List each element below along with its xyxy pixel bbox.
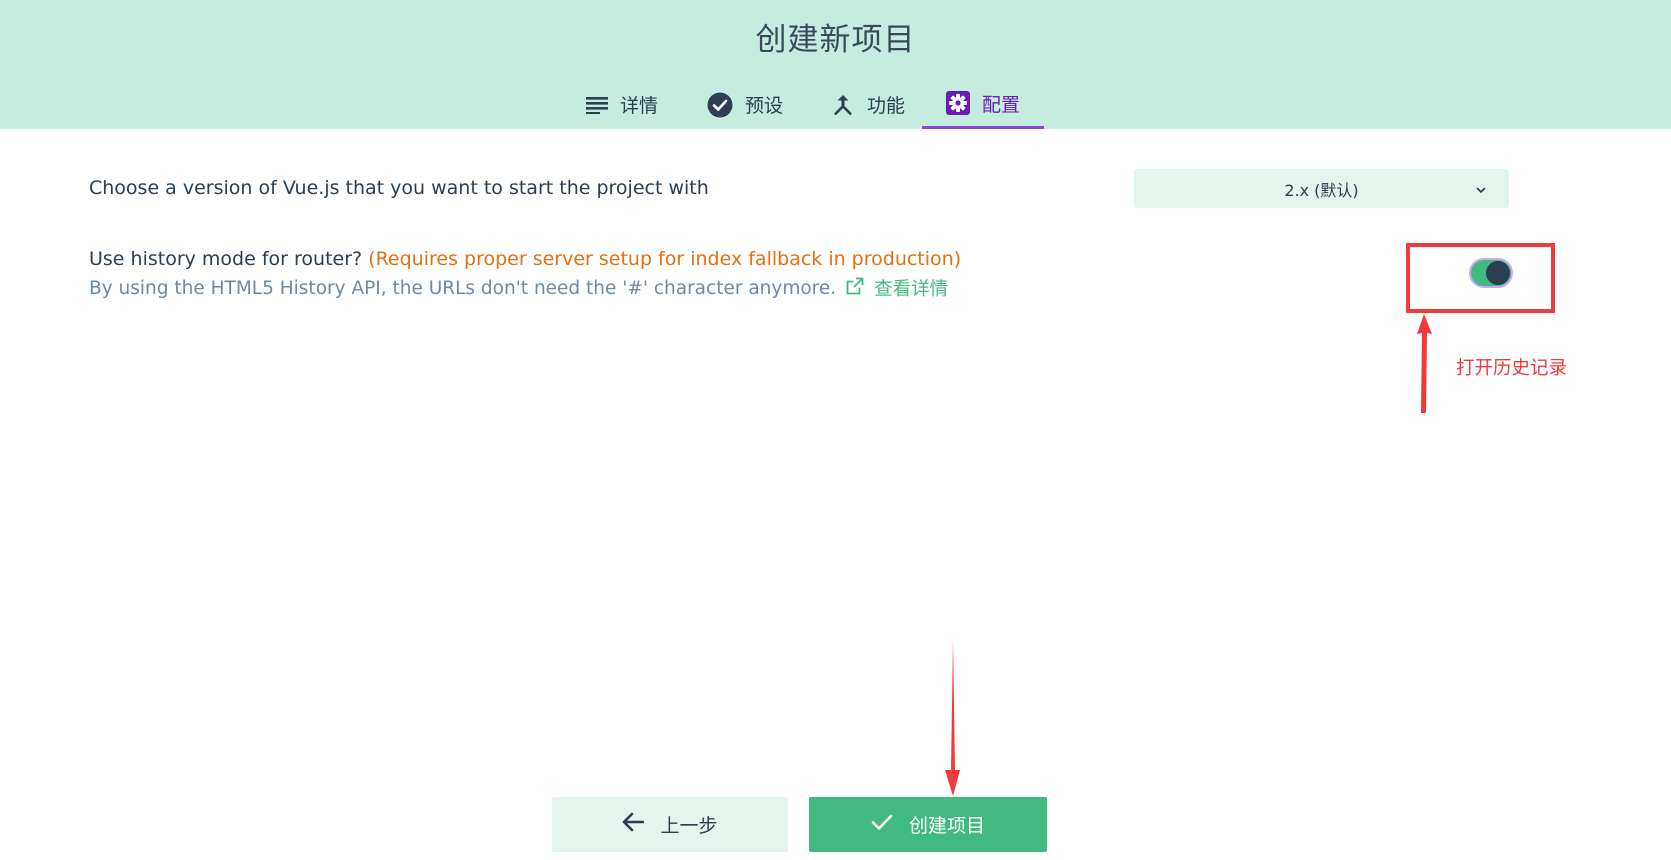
create-project-button[interactable]: 创建项目 [809, 797, 1047, 852]
history-mode-description: By using the HTML5 History API, the URLs… [89, 275, 948, 301]
vue-version-prompt: Choose a version of Vue.js that you want… [89, 177, 709, 199]
tab-details[interactable]: 详情 [562, 80, 682, 129]
history-mode-toggle[interactable] [1471, 260, 1511, 286]
check-circle-icon [707, 92, 733, 118]
history-mode-description-text: By using the HTML5 History API, the URLs… [89, 277, 837, 299]
arrow-left-icon [622, 812, 645, 837]
history-mode-question: Use history mode for router? [89, 248, 363, 270]
annotation-label: 打开历史记录 [1456, 358, 1568, 379]
create-project-label: 创建项目 [908, 815, 985, 837]
previous-step-button[interactable]: 上一步 [552, 797, 788, 852]
tab-features[interactable]: 功能 [808, 80, 928, 129]
previous-step-label: 上一步 [660, 815, 718, 837]
tab-bar: 详情 预设 功能 配置 [0, 80, 1671, 129]
tab-features-label: 功能 [866, 95, 905, 117]
settings-icon [945, 91, 970, 115]
toggle-knob [1486, 261, 1510, 285]
tab-details-label: 详情 [619, 95, 658, 117]
more-info-label: 查看详情 [874, 279, 949, 300]
annotation-arrow-down [945, 640, 960, 796]
history-mode-prompt: Use history mode for router? (Requires p… [89, 248, 961, 270]
tab-presets[interactable]: 预设 [685, 80, 805, 129]
tab-config-label: 配置 [981, 93, 1020, 116]
tab-presets-label: 预设 [744, 95, 783, 117]
more-info-link[interactable]: 查看详情 [846, 275, 948, 301]
annotation-arrow-up [1417, 314, 1432, 413]
check-icon [871, 813, 893, 836]
external-link-icon [846, 277, 864, 300]
annotation-arrows [945, 314, 1432, 796]
list-icon [585, 96, 608, 114]
chevron-down-icon [1475, 181, 1487, 200]
vue-version-value: 2.x (默认) [1284, 180, 1359, 200]
history-mode-warning: (Requires proper server setup for index … [368, 248, 962, 270]
header: 创建新项目 详情 预设 功能 配置 [0, 0, 1671, 129]
merge-type-icon [831, 93, 855, 117]
tab-config[interactable]: 配置 [922, 80, 1044, 129]
vue-version-select[interactable]: 2.x (默认) [1134, 169, 1509, 208]
page-title: 创建新项目 [755, 22, 916, 58]
